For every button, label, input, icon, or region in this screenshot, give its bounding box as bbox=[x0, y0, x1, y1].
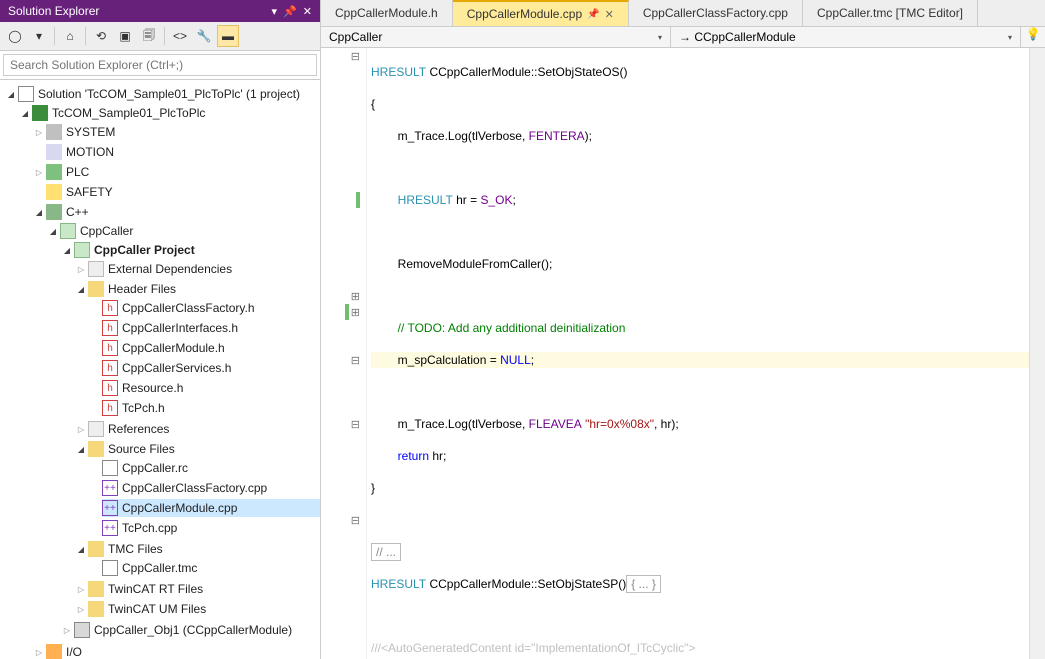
file-node[interactable]: CppCallerClassFactory.cpp bbox=[122, 481, 267, 495]
cppcaller-node[interactable]: CppCaller bbox=[80, 224, 133, 238]
fwd-icon[interactable]: ▾ bbox=[28, 25, 50, 47]
plc-node[interactable]: PLC bbox=[66, 165, 89, 179]
rt-node[interactable]: TwinCAT RT Files bbox=[108, 582, 203, 596]
toggle-icon[interactable]: ▬ bbox=[217, 25, 239, 47]
cpp-icon bbox=[46, 204, 62, 220]
crumb-class[interactable]: → CCppCallerModule▾ bbox=[671, 27, 1021, 47]
chevron-down-icon[interactable]: ▾ bbox=[658, 33, 662, 42]
explorer-titlebar: Solution Explorer ▾ 📌 ✕ bbox=[0, 0, 320, 22]
safety-icon bbox=[46, 184, 62, 200]
folder-icon bbox=[88, 441, 104, 457]
tmc-icon bbox=[102, 560, 118, 576]
tab-module-cpp[interactable]: CppCallerModule.cpp📌✕ bbox=[453, 0, 629, 26]
tmc-node[interactable]: TMC Files bbox=[108, 542, 163, 556]
folder-icon bbox=[88, 581, 104, 597]
explorer-tree: Solution 'TcCOM_Sample01_PlcToPlc' (1 pr… bbox=[0, 80, 320, 659]
showall-icon[interactable]: ▣ bbox=[114, 25, 136, 47]
file-node[interactable]: CppCallerClassFactory.h bbox=[122, 301, 255, 315]
rc-icon bbox=[102, 460, 118, 476]
folder-icon bbox=[88, 541, 104, 557]
file-node-selected[interactable]: CppCallerModule.cpp bbox=[122, 501, 237, 515]
gutter bbox=[321, 48, 367, 659]
code-icon[interactable]: <> bbox=[169, 25, 191, 47]
refs-node[interactable]: References bbox=[108, 422, 169, 436]
headers-node[interactable]: Header Files bbox=[108, 282, 176, 296]
file-node[interactable]: TcPch.h bbox=[122, 401, 165, 415]
solution-icon bbox=[18, 86, 34, 102]
crumb-project[interactable]: CppCaller▾ bbox=[321, 27, 671, 47]
plc-icon bbox=[46, 164, 62, 180]
nav-bar: CppCaller▾ → CCppCallerModule▾ 💡 bbox=[321, 27, 1045, 48]
system-icon bbox=[46, 124, 62, 140]
code-area[interactable]: HRESULT CCppCallerModule::SetObjStateOS(… bbox=[367, 48, 1029, 659]
cpp-icon: ++ bbox=[102, 500, 118, 516]
explorer-toolbar: ◯ ▾ ⌂ ⟲ ▣ 🗐 <> 🔧 ▬ bbox=[0, 22, 320, 51]
system-node[interactable]: SYSTEM bbox=[66, 125, 115, 139]
um-node[interactable]: TwinCAT UM Files bbox=[108, 602, 206, 616]
file-node[interactable]: CppCallerModule.h bbox=[122, 341, 225, 355]
solution-node[interactable]: Solution 'TcCOM_Sample01_PlcToPlc' (1 pr… bbox=[38, 87, 300, 101]
editor-tabs: CppCallerModule.h CppCallerModule.cpp📌✕ … bbox=[321, 0, 1045, 27]
motion-icon bbox=[46, 144, 62, 160]
motion-node[interactable]: MOTION bbox=[66, 145, 114, 159]
obj-icon bbox=[74, 622, 90, 638]
vertical-scrollbar[interactable] bbox=[1029, 48, 1045, 659]
code-editor: CppCallerModule.h CppCallerModule.cpp📌✕ … bbox=[321, 0, 1045, 659]
tab-module-h[interactable]: CppCallerModule.h bbox=[321, 0, 453, 26]
file-node[interactable]: CppCaller.tmc bbox=[122, 561, 197, 575]
search-input[interactable] bbox=[3, 54, 317, 76]
h-icon: h bbox=[102, 300, 118, 316]
solution-explorer: Solution Explorer ▾ 📌 ✕ ◯ ▾ ⌂ ⟲ ▣ 🗐 <> 🔧… bbox=[0, 0, 321, 659]
close-icon[interactable]: ✕ bbox=[605, 8, 614, 21]
crumb-lightbulb[interactable]: 💡 bbox=[1021, 27, 1045, 47]
sync-icon[interactable]: ⟲ bbox=[90, 25, 112, 47]
extdeps-node[interactable]: External Dependencies bbox=[108, 262, 232, 276]
refresh-icon[interactable]: 🗐 bbox=[138, 25, 160, 47]
dropdown-icon[interactable]: ▾ bbox=[272, 5, 278, 18]
h-icon: h bbox=[102, 340, 118, 356]
chevron-down-icon[interactable]: ▾ bbox=[1008, 33, 1012, 42]
cppcaller-icon bbox=[60, 223, 76, 239]
h-icon: h bbox=[102, 380, 118, 396]
tab-tmc-editor[interactable]: CppCaller.tmc [TMC Editor] bbox=[803, 0, 978, 26]
project-icon bbox=[32, 105, 48, 121]
file-node[interactable]: CppCaller.rc bbox=[122, 461, 188, 475]
cpp-icon: ++ bbox=[102, 520, 118, 536]
extdeps-icon bbox=[88, 261, 104, 277]
cpp-icon: ++ bbox=[102, 480, 118, 496]
file-node[interactable]: CppCallerInterfaces.h bbox=[122, 321, 238, 335]
folder-icon bbox=[88, 601, 104, 617]
explorer-title: Solution Explorer bbox=[8, 4, 99, 18]
source-node[interactable]: Source Files bbox=[108, 442, 175, 456]
back-icon[interactable]: ◯ bbox=[4, 25, 26, 47]
close-icon[interactable]: ✕ bbox=[303, 5, 312, 18]
refs-icon bbox=[88, 421, 104, 437]
io-node[interactable]: I/O bbox=[66, 645, 82, 659]
obj-node[interactable]: CppCaller_Obj1 (CCppCallerModule) bbox=[94, 623, 292, 637]
file-node[interactable]: Resource.h bbox=[122, 381, 183, 395]
project-node[interactable]: TcCOM_Sample01_PlcToPlc bbox=[52, 106, 205, 120]
h-icon: h bbox=[102, 320, 118, 336]
home-icon[interactable]: ⌂ bbox=[59, 25, 81, 47]
tab-classfactory-cpp[interactable]: CppCallerClassFactory.cpp bbox=[629, 0, 803, 26]
explorer-search bbox=[0, 51, 320, 80]
folder-icon bbox=[88, 281, 104, 297]
cpp-node[interactable]: C++ bbox=[66, 205, 89, 219]
safety-node[interactable]: SAFETY bbox=[66, 185, 113, 199]
cppcaller-proj-icon bbox=[74, 242, 90, 258]
h-icon: h bbox=[102, 400, 118, 416]
file-node[interactable]: CppCallerServices.h bbox=[122, 361, 231, 375]
io-icon bbox=[46, 644, 62, 659]
pin-icon[interactable]: 📌 bbox=[283, 5, 297, 18]
cppcaller-proj-node[interactable]: CppCaller Project bbox=[94, 243, 195, 257]
wrench-icon[interactable]: 🔧 bbox=[193, 25, 215, 47]
h-icon: h bbox=[102, 360, 118, 376]
pin-icon[interactable]: 📌 bbox=[587, 9, 599, 20]
file-node[interactable]: TcPch.cpp bbox=[122, 521, 177, 535]
